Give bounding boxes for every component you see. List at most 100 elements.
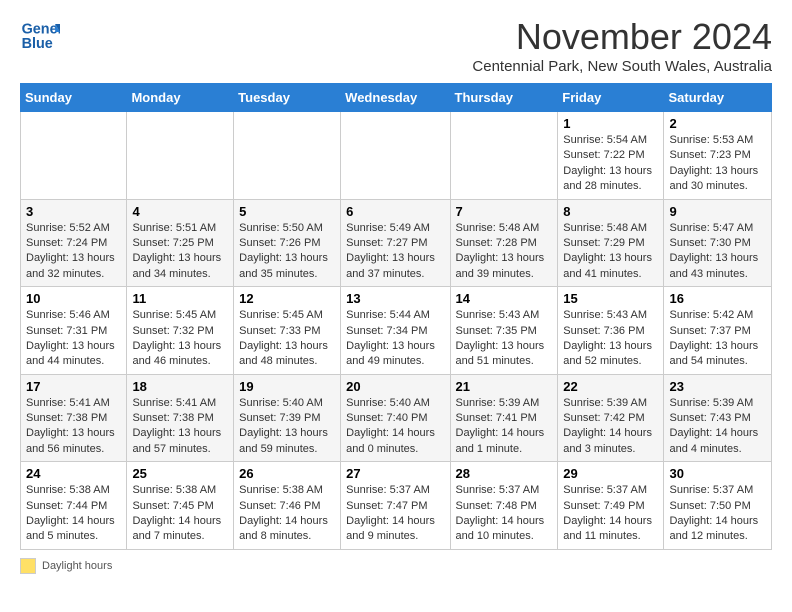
day-info: Sunrise: 5:46 AM Sunset: 7:31 PM Dayligh… [26, 308, 121, 370]
calendar-cell: 8 Sunrise: 5:48 AM Sunset: 7:29 PM Daylig… [558, 199, 664, 287]
day-info: Sunrise: 5:39 AM Sunset: 7:41 PM Dayligh… [456, 396, 553, 458]
day-info: Sunrise: 5:54 AM Sunset: 7:22 PM Dayligh… [563, 133, 658, 195]
logo-icon: General Blue [20, 16, 60, 56]
location-subtitle: Centennial Park, New South Wales, Austra… [472, 58, 772, 75]
day-number: 17 [26, 379, 121, 394]
day-number: 30 [669, 466, 766, 481]
calendar-cell: 13 Sunrise: 5:44 AM Sunset: 7:34 PM Dayli… [341, 287, 450, 375]
calendar-cell: 3 Sunrise: 5:52 AM Sunset: 7:24 PM Daylig… [21, 199, 127, 287]
day-info: Sunrise: 5:48 AM Sunset: 7:29 PM Dayligh… [563, 221, 658, 283]
day-number: 21 [456, 379, 553, 394]
calendar-cell [341, 112, 450, 200]
calendar-cell [450, 112, 558, 200]
day-number: 12 [239, 291, 335, 306]
day-info: Sunrise: 5:45 AM Sunset: 7:32 PM Dayligh… [132, 308, 228, 370]
title-block: November 2024 Centennial Park, New South… [472, 16, 772, 75]
calendar-cell: 11 Sunrise: 5:45 AM Sunset: 7:32 PM Dayli… [127, 287, 234, 375]
daylight-legend-icon [20, 558, 36, 574]
day-info: Sunrise: 5:39 AM Sunset: 7:42 PM Dayligh… [563, 396, 658, 458]
calendar-cell: 1Sunrise: 5:54 AM Sunset: 7:22 PM Daylig… [558, 112, 664, 200]
day-number: 25 [132, 466, 228, 481]
calendar-cell: 30 Sunrise: 5:37 AM Sunset: 7:50 PM Dayli… [664, 462, 772, 550]
day-number: 14 [456, 291, 553, 306]
header-thursday: Thursday [450, 84, 558, 112]
day-info: Sunrise: 5:37 AM Sunset: 7:49 PM Dayligh… [563, 483, 658, 545]
day-info: Sunrise: 5:37 AM Sunset: 7:50 PM Dayligh… [669, 483, 766, 545]
day-info: Sunrise: 5:43 AM Sunset: 7:35 PM Dayligh… [456, 308, 553, 370]
calendar-cell: 21 Sunrise: 5:39 AM Sunset: 7:41 PM Dayli… [450, 374, 558, 462]
day-info: Sunrise: 5:51 AM Sunset: 7:25 PM Dayligh… [132, 221, 228, 283]
calendar-cell: 26Sunrise: 5:38 AM Sunset: 7:46 PM Dayli… [234, 462, 341, 550]
calendar-header-row: SundayMondayTuesdayWednesdayThursdayFrid… [21, 84, 772, 112]
week-row-2: 3 Sunrise: 5:52 AM Sunset: 7:24 PM Daylig… [21, 199, 772, 287]
day-number: 3 [26, 204, 121, 219]
header-friday: Friday [558, 84, 664, 112]
calendar-cell: 17 Sunrise: 5:41 AM Sunset: 7:38 PM Dayli… [21, 374, 127, 462]
calendar-cell [234, 112, 341, 200]
day-info: Sunrise: 5:41 AM Sunset: 7:38 PM Dayligh… [132, 396, 228, 458]
day-number: 27 [346, 466, 444, 481]
calendar-cell: 23 Sunrise: 5:39 AM Sunset: 7:43 PM Dayli… [664, 374, 772, 462]
daylight-legend-label: Daylight hours [42, 560, 112, 572]
day-number: 5 [239, 204, 335, 219]
calendar-cell: 9Sunrise: 5:47 AM Sunset: 7:30 PM Daylig… [664, 199, 772, 287]
day-number: 7 [456, 204, 553, 219]
header-monday: Monday [127, 84, 234, 112]
calendar-cell: 10 Sunrise: 5:46 AM Sunset: 7:31 PM Dayli… [21, 287, 127, 375]
day-number: 8 [563, 204, 658, 219]
svg-text:Blue: Blue [22, 36, 53, 52]
day-info: Sunrise: 5:49 AM Sunset: 7:27 PM Dayligh… [346, 221, 444, 283]
day-info: Sunrise: 5:42 AM Sunset: 7:37 PM Dayligh… [669, 308, 766, 370]
calendar-cell: 4Sunrise: 5:51 AM Sunset: 7:25 PM Daylig… [127, 199, 234, 287]
calendar-cell: 27Sunrise: 5:37 AM Sunset: 7:47 PM Dayli… [341, 462, 450, 550]
day-info: Sunrise: 5:41 AM Sunset: 7:38 PM Dayligh… [26, 396, 121, 458]
day-info: Sunrise: 5:43 AM Sunset: 7:36 PM Dayligh… [563, 308, 658, 370]
week-row-4: 17 Sunrise: 5:41 AM Sunset: 7:38 PM Dayli… [21, 374, 772, 462]
page-header: General Blue November 2024 Centennial Pa… [20, 16, 772, 75]
calendar-cell: 24Sunrise: 5:38 AM Sunset: 7:44 PM Dayli… [21, 462, 127, 550]
logo: General Blue [20, 16, 60, 56]
header-sunday: Sunday [21, 84, 127, 112]
day-info: Sunrise: 5:47 AM Sunset: 7:30 PM Dayligh… [669, 221, 766, 283]
day-info: Sunrise: 5:38 AM Sunset: 7:44 PM Dayligh… [26, 483, 121, 545]
header-saturday: Saturday [664, 84, 772, 112]
calendar-cell: 29Sunrise: 5:37 AM Sunset: 7:49 PM Dayli… [558, 462, 664, 550]
day-number: 15 [563, 291, 658, 306]
day-info: Sunrise: 5:45 AM Sunset: 7:33 PM Dayligh… [239, 308, 335, 370]
calendar-cell: 2 Sunrise: 5:53 AM Sunset: 7:23 PM Daylig… [664, 112, 772, 200]
header-tuesday: Tuesday [234, 84, 341, 112]
day-info: Sunrise: 5:44 AM Sunset: 7:34 PM Dayligh… [346, 308, 444, 370]
svg-text:General: General [22, 22, 60, 38]
calendar-cell: 15 Sunrise: 5:43 AM Sunset: 7:36 PM Dayli… [558, 287, 664, 375]
calendar-cell: 16Sunrise: 5:42 AM Sunset: 7:37 PM Dayli… [664, 287, 772, 375]
day-info: Sunrise: 5:37 AM Sunset: 7:48 PM Dayligh… [456, 483, 553, 545]
day-number: 26 [239, 466, 335, 481]
month-title: November 2024 [472, 16, 772, 58]
day-number: 11 [132, 291, 228, 306]
day-number: 22 [563, 379, 658, 394]
week-row-3: 10 Sunrise: 5:46 AM Sunset: 7:31 PM Dayli… [21, 287, 772, 375]
day-number: 20 [346, 379, 444, 394]
day-number: 6 [346, 204, 444, 219]
day-info: Sunrise: 5:52 AM Sunset: 7:24 PM Dayligh… [26, 221, 121, 283]
calendar-cell: 25 Sunrise: 5:38 AM Sunset: 7:45 PM Dayli… [127, 462, 234, 550]
day-number: 10 [26, 291, 121, 306]
day-info: Sunrise: 5:39 AM Sunset: 7:43 PM Dayligh… [669, 396, 766, 458]
day-info: Sunrise: 5:53 AM Sunset: 7:23 PM Dayligh… [669, 133, 766, 195]
day-info: Sunrise: 5:38 AM Sunset: 7:45 PM Dayligh… [132, 483, 228, 545]
calendar-cell: 28 Sunrise: 5:37 AM Sunset: 7:48 PM Dayli… [450, 462, 558, 550]
calendar-cell: 7Sunrise: 5:48 AM Sunset: 7:28 PM Daylig… [450, 199, 558, 287]
day-number: 28 [456, 466, 553, 481]
calendar-cell: 12 Sunrise: 5:45 AM Sunset: 7:33 PM Dayli… [234, 287, 341, 375]
day-info: Sunrise: 5:50 AM Sunset: 7:26 PM Dayligh… [239, 221, 335, 283]
week-row-1: 1Sunrise: 5:54 AM Sunset: 7:22 PM Daylig… [21, 112, 772, 200]
day-number: 2 [669, 116, 766, 131]
calendar-cell: 14 Sunrise: 5:43 AM Sunset: 7:35 PM Dayli… [450, 287, 558, 375]
day-number: 23 [669, 379, 766, 394]
calendar-cell: 19Sunrise: 5:40 AM Sunset: 7:39 PM Dayli… [234, 374, 341, 462]
day-number: 13 [346, 291, 444, 306]
calendar-cell: 18Sunrise: 5:41 AM Sunset: 7:38 PM Dayli… [127, 374, 234, 462]
calendar-cell: 5 Sunrise: 5:50 AM Sunset: 7:26 PM Daylig… [234, 199, 341, 287]
day-info: Sunrise: 5:40 AM Sunset: 7:40 PM Dayligh… [346, 396, 444, 458]
calendar-cell: 6 Sunrise: 5:49 AM Sunset: 7:27 PM Daylig… [341, 199, 450, 287]
